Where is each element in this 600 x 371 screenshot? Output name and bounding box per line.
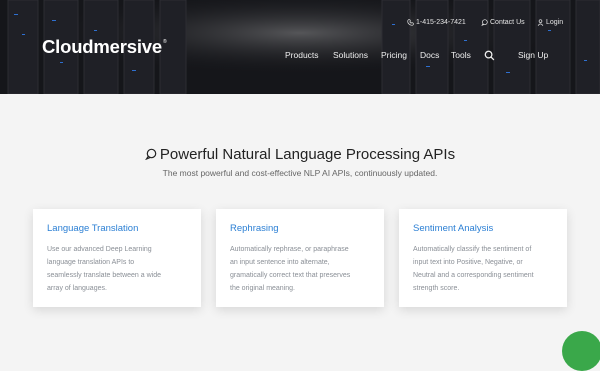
card-title[interactable]: Sentiment Analysis [413, 223, 553, 234]
page-title: Powerful Natural Language Processing API… [0, 146, 600, 163]
nav-docs[interactable]: Docs [420, 50, 439, 60]
nav-sign-up[interactable]: Sign Up [518, 50, 548, 60]
page-title-text: Powerful Natural Language Processing API… [159, 146, 456, 163]
page-subtitle: The most powerful and cost-effective NLP… [162, 168, 438, 178]
card-description-line: the original meaning. [230, 285, 295, 292]
chat-bubble-icon [144, 148, 157, 161]
card-description-line: an input sentence into alternate, [230, 259, 330, 266]
card-rephrasing[interactable]: Rephrasing Automatically rephrase, or pa… [216, 209, 384, 307]
card-description: Automatically classify the sentiment of … [413, 243, 553, 295]
phone-number: 1-415-234-7421 [416, 19, 466, 26]
card-description-line: Automatically rephrase, or paraphrase [230, 246, 349, 253]
login-label: Login [546, 19, 564, 26]
card-description-line: strength score. [413, 285, 460, 292]
cloudmersive-logo[interactable]: Cloudmersive® [42, 36, 167, 58]
card-description: Automatically rephrase, or paraphrase an… [230, 243, 370, 295]
chat-widget-button[interactable] [562, 331, 600, 371]
contact-us-link[interactable]: Contact Us [481, 19, 525, 26]
user-icon [537, 19, 544, 26]
phone-icon [407, 19, 414, 26]
hero-header: Cloudmersive® 1-415-234-7421 Contact Us … [0, 0, 600, 94]
phone-link[interactable]: 1-415-234-7421 [407, 19, 466, 26]
card-description-line: array of languages. [47, 285, 107, 292]
card-description-line: Automatically classify the sentiment of [413, 246, 532, 253]
card-description: Use our advanced Deep Learning language … [47, 243, 187, 295]
card-language-translation[interactable]: Language Translation Use our advanced De… [33, 209, 201, 307]
logo-registered-mark: ® [162, 39, 167, 45]
card-description-line: Neutral and a corresponding sentiment [413, 272, 534, 279]
nav-solutions[interactable]: Solutions [333, 50, 368, 60]
nav-products[interactable]: Products [285, 50, 319, 60]
card-title[interactable]: Rephrasing [230, 223, 370, 234]
card-title[interactable]: Language Translation [47, 223, 187, 234]
nav-tools[interactable]: Tools [451, 50, 471, 60]
card-description-line: language translation APIs to [47, 259, 135, 266]
chat-icon [481, 19, 488, 26]
card-description-line: seamlessly translate between a wide [47, 272, 162, 279]
contact-us-label: Contact Us [490, 19, 525, 26]
card-description-line: gramatically correct text that preserves [230, 272, 351, 279]
nav-pricing[interactable]: Pricing [381, 50, 407, 60]
card-sentiment-analysis[interactable]: Sentiment Analysis Automatically classif… [399, 209, 567, 307]
card-description-line: input text into Positive, Negative, or [413, 259, 523, 266]
logo-text: Cloudmersive [42, 36, 162, 57]
search-icon[interactable] [484, 50, 495, 61]
card-description-line: Use our advanced Deep Learning [47, 246, 152, 253]
login-link[interactable]: Login [537, 19, 563, 26]
